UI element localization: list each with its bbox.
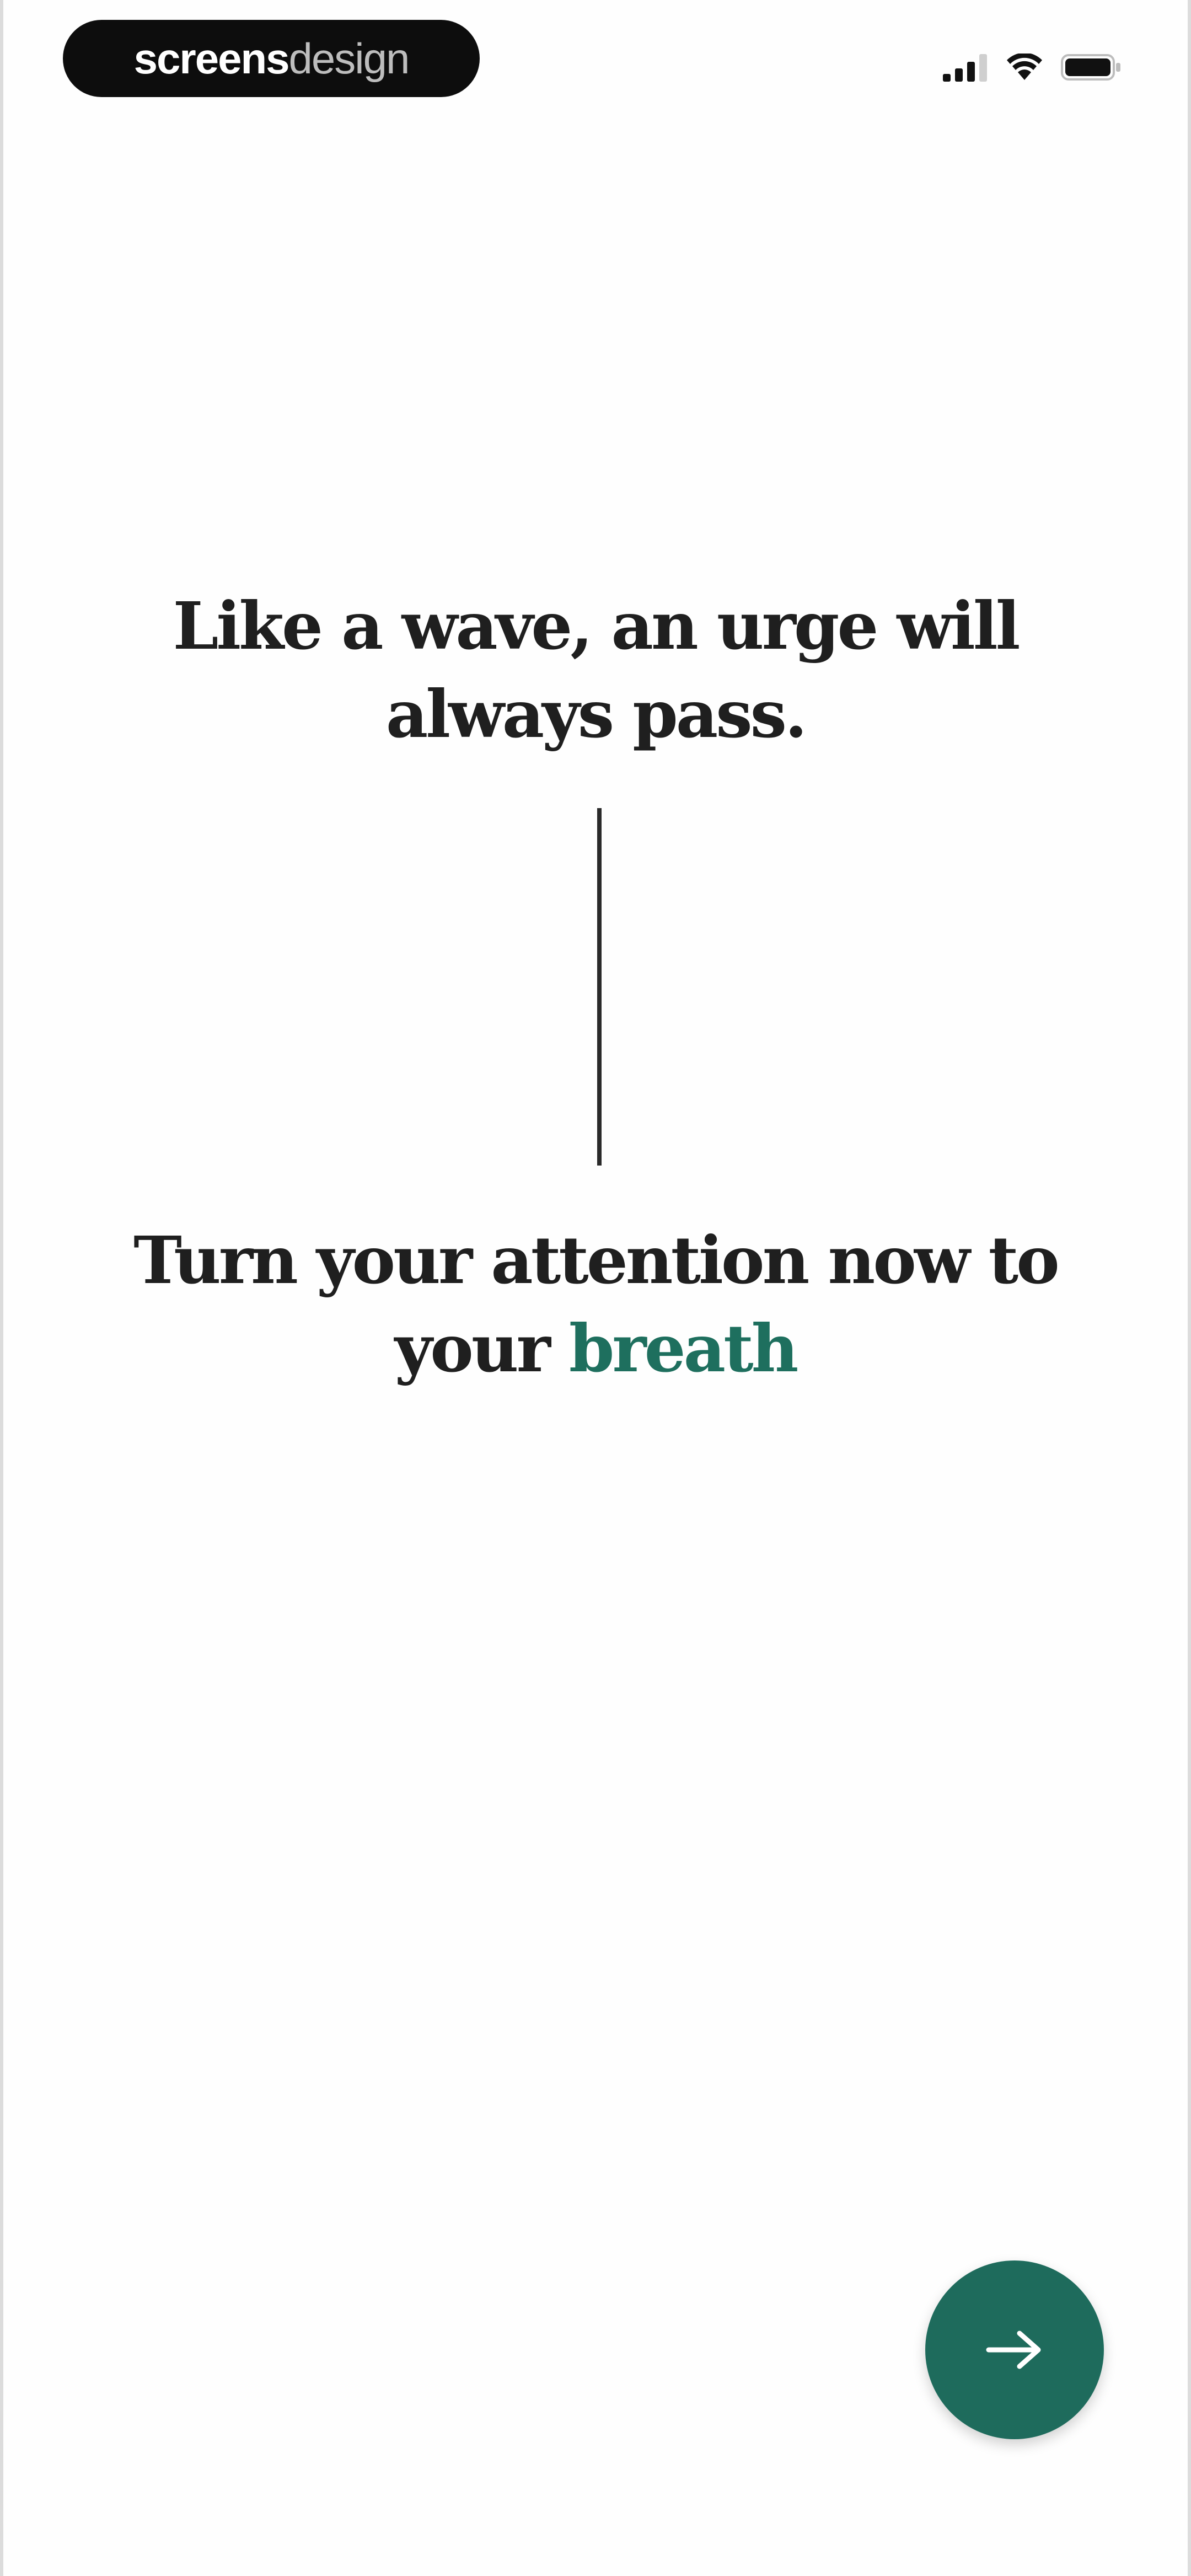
brand-logo-bold: screens (133, 34, 290, 83)
arrow-right-icon (986, 2331, 1041, 2369)
vertical-divider (597, 808, 602, 1166)
next-button[interactable] (925, 2260, 1104, 2439)
quote-bottom-line-2: your breath (3, 1305, 1188, 1393)
quote-top-line-1: Like a wave, an urge will (173, 587, 1020, 664)
quote-top: Like a wave, an urge will always pass. (3, 582, 1188, 758)
breath-accent-word: breath (568, 1310, 799, 1387)
screen: screensdesign Like a wave, an urge will (0, 0, 1191, 2576)
quote-bottom: Turn your attention now to your breath (3, 1216, 1188, 1393)
quote-bottom-line-1: Turn your attention now to (133, 1222, 1060, 1298)
quote-top-line-2: always pass. (385, 676, 807, 752)
status-bar: screens design (3, 0, 1188, 110)
wifi-icon (1007, 54, 1042, 80)
brand-logo-light: design (288, 34, 410, 83)
status-icons (943, 51, 1122, 84)
battery-icon (1061, 54, 1120, 81)
cellular-signal-icon (943, 54, 987, 82)
quote-bottom-line-2-prefix: your (394, 1310, 569, 1387)
brand-logo: screens design (63, 20, 480, 97)
